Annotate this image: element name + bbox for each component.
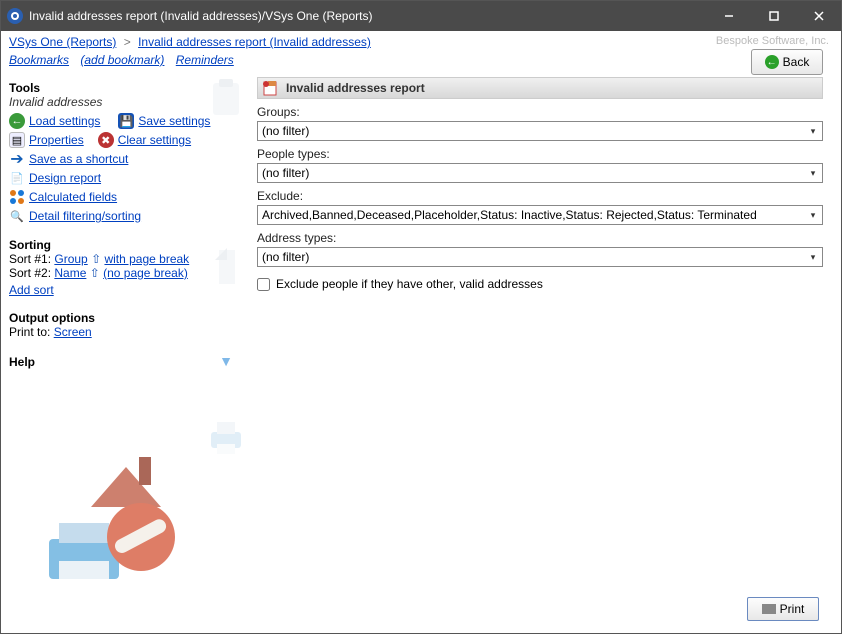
document-icon (205, 246, 247, 288)
save-settings-link[interactable]: Save settings (138, 114, 210, 128)
print-to-link[interactable]: Screen (54, 325, 92, 339)
close-button[interactable] (796, 1, 841, 31)
titlebar: Invalid addresses report (Invalid addres… (1, 1, 841, 31)
people-types-value: (no filter) (262, 166, 309, 180)
properties-link[interactable]: Properties (29, 133, 84, 147)
top-row: VSys One (Reports) > Invalid addresses r… (1, 31, 841, 71)
back-button-label: Back (783, 55, 810, 69)
groups-label: Groups: (257, 105, 823, 119)
exclude-people-checkbox[interactable] (257, 278, 270, 291)
design-report-link[interactable]: Design report (29, 171, 101, 185)
breadcrumb-separator: > (124, 35, 131, 49)
window-title: Invalid addresses report (Invalid addres… (29, 9, 706, 23)
dropdown-arrow-icon: ▾ (806, 166, 820, 180)
breadcrumb-current[interactable]: Invalid addresses report (Invalid addres… (138, 35, 371, 49)
footer: Print (1, 593, 841, 633)
sort2-prefix: Sort #2: (9, 266, 54, 280)
exclude-combo[interactable]: Archived,Banned,Deceased,Placeholder,Sta… (257, 205, 823, 225)
address-types-value: (no filter) (262, 250, 309, 264)
add-sort-link[interactable]: Add sort (9, 283, 54, 297)
print-icon (762, 604, 776, 614)
dropdown-arrow-icon: ▾ (806, 250, 820, 264)
address-types-label: Address types: (257, 231, 823, 245)
print-to-row: Print to: Screen (9, 325, 243, 339)
print-button[interactable]: Print (747, 597, 819, 621)
sort1-prefix: Sort #1: (9, 252, 54, 266)
calc-icon (9, 189, 25, 205)
sort1-break-link[interactable]: with page break (104, 252, 189, 266)
breadcrumb: VSys One (Reports) > Invalid addresses r… (9, 35, 371, 49)
load-settings-link[interactable]: Load settings (29, 114, 100, 128)
output-header: Output options (9, 311, 243, 325)
design-icon: 📄 (9, 170, 25, 186)
exclude-label: Exclude: (257, 189, 823, 203)
sort2-break-link[interactable]: (no page break) (103, 266, 188, 280)
filter-icon: 🔍 (9, 208, 25, 224)
minimize-button[interactable] (706, 1, 751, 31)
panel-title: Invalid addresses report (286, 81, 425, 95)
people-types-label: People types: (257, 147, 823, 161)
report-icon (262, 79, 280, 97)
app-icon (7, 8, 23, 24)
print-button-label: Print (780, 602, 805, 616)
clipboard-icon (205, 77, 247, 119)
properties-icon: ▤ (9, 132, 25, 148)
printer-icon (205, 416, 247, 458)
save-icon: 💾 (118, 113, 134, 129)
exclude-people-label: Exclude people if they have other, valid… (276, 277, 543, 291)
detail-filter-link[interactable]: Detail filtering/sorting (29, 209, 141, 223)
shortcut-icon: ➔ (9, 151, 25, 167)
people-types-combo[interactable]: (no filter) ▾ (257, 163, 823, 183)
exclude-value: Archived,Banned,Deceased,Placeholder,Sta… (262, 208, 757, 222)
reminders-link[interactable]: Reminders (176, 53, 234, 67)
dropdown-arrow-icon: ▾ (806, 124, 820, 138)
load-icon: ← (9, 113, 25, 129)
sublinks: Bookmarks (add bookmark) Reminders (9, 53, 242, 67)
save-shortcut-link[interactable]: Save as a shortcut (29, 152, 128, 166)
add-bookmark-link[interactable]: (add bookmark) (80, 53, 164, 67)
help-expand-icon[interactable]: ▼ (219, 353, 233, 369)
breadcrumb-root[interactable]: VSys One (Reports) (9, 35, 116, 49)
sidebar: Tools Invalid addresses ← Load settings … (1, 71, 251, 593)
address-types-combo[interactable]: (no filter) ▾ (257, 247, 823, 267)
panel-header: Invalid addresses report (257, 77, 823, 99)
bookmarks-link[interactable]: Bookmarks (9, 53, 69, 67)
maximize-button[interactable] (751, 1, 796, 31)
help-header: Help (9, 355, 35, 369)
sort2-field-link[interactable]: Name (54, 266, 86, 280)
sort-up-icon: ⇧ (91, 252, 104, 266)
sort1-field-link[interactable]: Group (54, 252, 87, 266)
back-arrow-icon: ← (765, 55, 779, 69)
calc-fields-link[interactable]: Calculated fields (29, 190, 117, 204)
dropdown-arrow-icon: ▾ (806, 208, 820, 222)
content-panel: Invalid addresses report Groups: (no fil… (251, 71, 841, 593)
groups-value: (no filter) (262, 124, 309, 138)
print-to-prefix: Print to: (9, 325, 54, 339)
sort-up-icon-2: ⇧ (90, 266, 103, 280)
house-printer-illustration (41, 457, 201, 587)
clear-icon: ✖ (98, 132, 114, 148)
brand-text: Bespoke Software, Inc. (716, 35, 829, 47)
clear-settings-link[interactable]: Clear settings (118, 133, 191, 147)
groups-combo[interactable]: (no filter) ▾ (257, 121, 823, 141)
